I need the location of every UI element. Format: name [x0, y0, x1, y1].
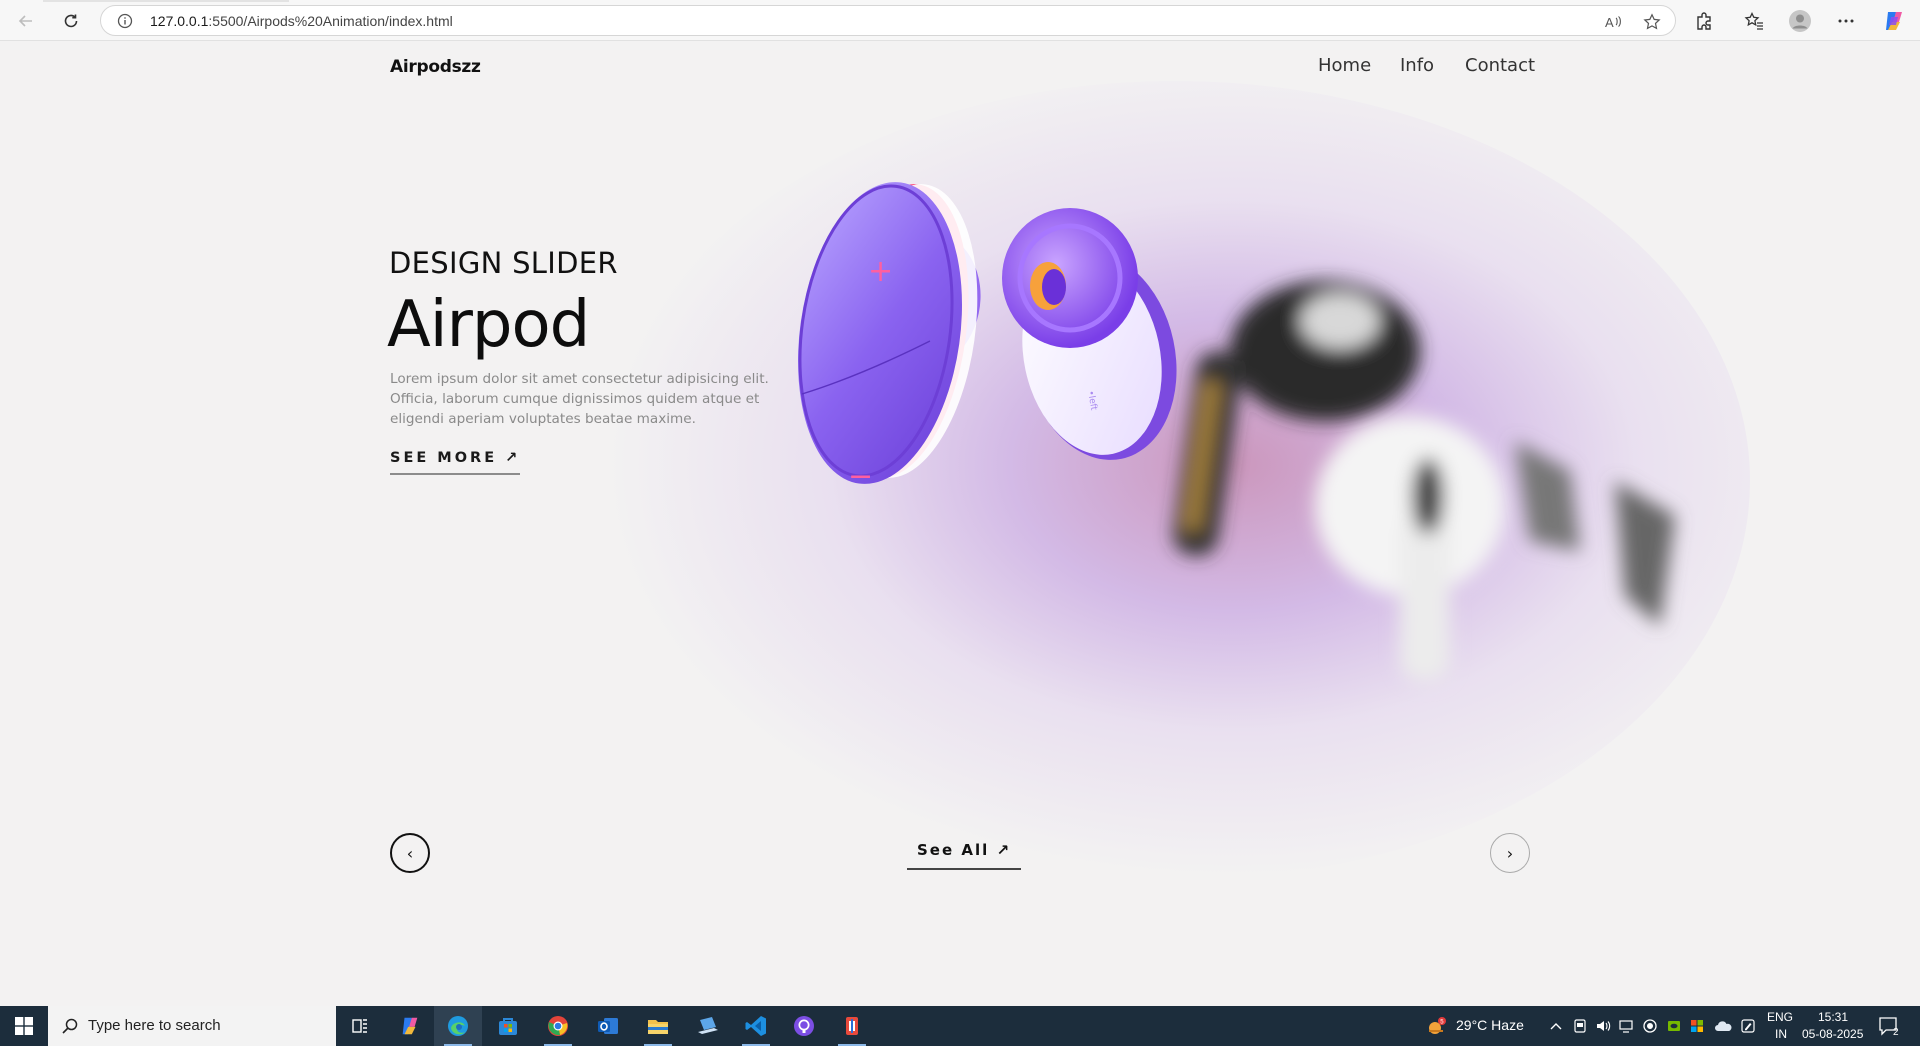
taskbar-vscode[interactable]	[732, 1006, 780, 1046]
taskbar-file-explorer[interactable]	[634, 1006, 682, 1046]
start-button[interactable]	[0, 1006, 48, 1046]
refresh-button[interactable]	[58, 8, 84, 34]
weather-icon[interactable]: 5	[1426, 1017, 1448, 1035]
search-placeholder: Type here to search	[88, 1017, 221, 1034]
vscode-icon	[745, 1016, 766, 1036]
url-text[interactable]: 127.0.0.1:5500/Airpods%20Animation/index…	[150, 13, 453, 29]
network-icon[interactable]	[1617, 1017, 1635, 1035]
meet-now-icon[interactable]	[1571, 1017, 1589, 1035]
svg-text:A: A	[1605, 15, 1614, 30]
tab-indicator	[43, 0, 289, 2]
site-logo[interactable]: Airpodszz	[390, 57, 481, 77]
windows-logo-icon	[15, 1017, 33, 1035]
folder-icon	[648, 1020, 668, 1034]
notification-count: 2	[1893, 1027, 1899, 1036]
taskbar-copilot[interactable]	[386, 1006, 434, 1046]
weather-text[interactable]: 29°C Haze	[1456, 1017, 1524, 1033]
blurred-grey-earbuds	[1515, 441, 1675, 626]
taskbar-search[interactable]: Type here to search	[48, 1006, 336, 1046]
notification-center-icon[interactable]: 2	[1878, 1017, 1902, 1036]
taskbar-outlook[interactable]	[584, 1006, 632, 1046]
taskbar-app-tool[interactable]	[828, 1006, 876, 1046]
airpods-product-image: + − •left	[798, 182, 1675, 681]
taskbar-github[interactable]	[780, 1006, 828, 1046]
search-icon	[61, 1017, 79, 1039]
profile-avatar[interactable]	[1788, 9, 1812, 33]
copilot-icon[interactable]	[1882, 9, 1906, 33]
edge-icon	[448, 1016, 468, 1036]
copilot-app-icon	[402, 1017, 418, 1035]
clock-time[interactable]: 15:31	[1818, 1010, 1848, 1024]
security-icon[interactable]	[1688, 1017, 1706, 1035]
hero-description: Lorem ipsum dolor sit amet consectetur a…	[390, 371, 769, 427]
svg-text:+: +	[868, 254, 893, 289]
outlook-icon	[598, 1018, 618, 1034]
favorites-icon[interactable]	[1742, 9, 1766, 33]
github-icon	[794, 1016, 814, 1036]
slider-prev-button[interactable]: ‹	[390, 833, 430, 873]
read-aloud-icon[interactable]: A	[1603, 12, 1623, 32]
browser-toolbar: 127.0.0.1:5500/Airpods%20Animation/index…	[0, 0, 1920, 41]
show-hidden-icons[interactable]	[1547, 1017, 1565, 1035]
more-menu-icon[interactable]	[1834, 9, 1858, 33]
back-arrow-icon	[18, 15, 32, 27]
language-bottom[interactable]: IN	[1775, 1027, 1787, 1041]
volume-icon[interactable]	[1594, 1017, 1612, 1035]
nav-contact[interactable]: Contact	[1465, 55, 1535, 76]
blurred-white-earbud	[1315, 416, 1505, 681]
see-more-link[interactable]: SEE MORE ↗	[390, 450, 521, 475]
extensions-icon[interactable]	[1692, 9, 1716, 33]
refresh-icon	[64, 14, 78, 28]
record-icon[interactable]	[1641, 1017, 1659, 1035]
svg-text:−: −	[848, 459, 873, 494]
taskbar-store[interactable]	[484, 1006, 532, 1046]
taskbar-edge[interactable]	[434, 1006, 482, 1046]
chrome-icon	[548, 1016, 568, 1036]
taskbar-app-laptop[interactable]	[684, 1006, 732, 1046]
language-top[interactable]: ENG	[1767, 1010, 1793, 1024]
task-view-button[interactable]	[336, 1006, 384, 1046]
nav-info[interactable]: Info	[1400, 55, 1434, 76]
onedrive-icon[interactable]	[1714, 1017, 1732, 1035]
tool-app-icon	[846, 1017, 858, 1035]
store-icon	[499, 1018, 517, 1035]
favorite-star-icon[interactable]	[1642, 12, 1662, 32]
slider-next-button[interactable]: ›	[1490, 833, 1530, 873]
back-button[interactable]	[13, 8, 39, 34]
purple-earcup: + −	[798, 182, 981, 494]
clock-date[interactable]: 05-08-2025	[1802, 1027, 1863, 1041]
taskbar-chrome[interactable]	[534, 1006, 582, 1046]
see-all-link[interactable]: See All ↗	[907, 841, 1022, 870]
url-path: :5500/Airpods%20Animation/index.html	[208, 13, 453, 29]
laptop-app-icon	[698, 1017, 718, 1034]
hero-title: Airpod	[387, 288, 590, 362]
nvidia-icon[interactable]	[1665, 1017, 1683, 1035]
task-view-icon	[352, 1019, 367, 1033]
purple-earbud: •left	[1002, 208, 1177, 460]
webpage: Airpodszz Home Info Contact DESIGN SLIDE…	[0, 41, 1920, 1006]
address-bar[interactable]: 127.0.0.1:5500/Airpods%20Animation/index…	[100, 5, 1676, 36]
nav-home[interactable]: Home	[1318, 55, 1371, 76]
pen-icon[interactable]	[1739, 1017, 1757, 1035]
site-info-icon[interactable]	[117, 13, 133, 33]
windows-taskbar: Type here to search 5 29°C Haze ENG IN 1…	[0, 1006, 1920, 1046]
hero-eyebrow: DESIGN SLIDER	[389, 246, 618, 280]
url-host: 127.0.0.1	[150, 13, 209, 29]
